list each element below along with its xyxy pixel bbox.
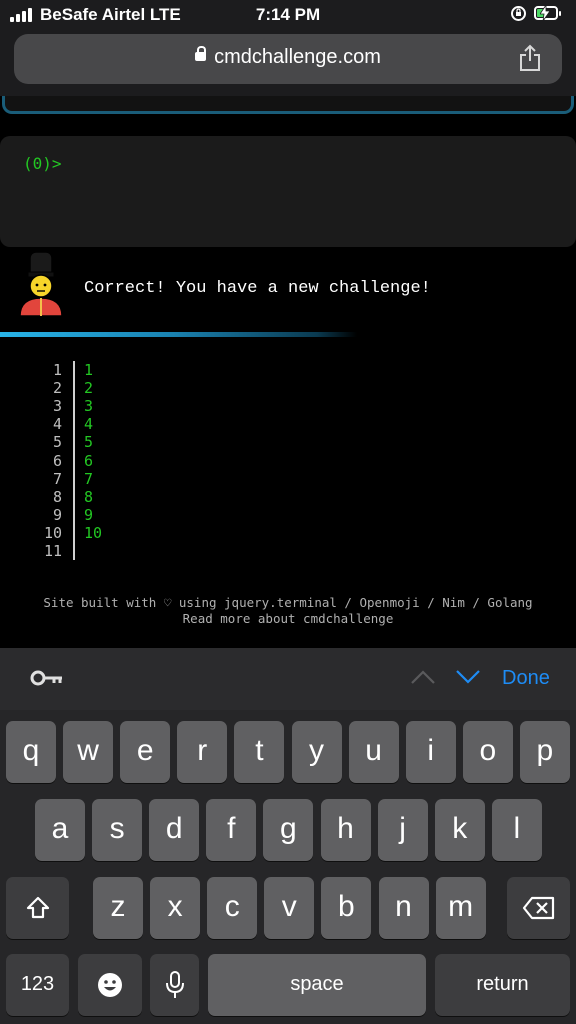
result-message: Correct! You have a new challenge! [84, 279, 431, 298]
line-number: 3 [52, 397, 62, 416]
key-e[interactable]: e [120, 721, 171, 783]
share-icon[interactable] [518, 44, 542, 72]
line-number: 1 [52, 361, 62, 379]
numbers-key[interactable]: 123 [6, 954, 69, 1016]
previous-terminal-edge [0, 96, 576, 116]
keyboard-accessory-bar [0, 648, 576, 710]
key-a[interactable]: a [35, 799, 85, 861]
key-n[interactable]: n [378, 877, 429, 939]
section-divider [0, 332, 576, 337]
line-number: 6 [52, 451, 62, 470]
key-p[interactable]: p [519, 721, 570, 783]
shift-key[interactable] [6, 877, 69, 939]
line-value: 7 [84, 469, 94, 488]
line-number: 10 [43, 523, 62, 542]
key-d[interactable]: d [149, 799, 200, 861]
line-value: 2 [84, 379, 94, 398]
key-r[interactable]: r [177, 721, 228, 783]
chevron-up-icon[interactable] [410, 668, 436, 686]
key-j[interactable]: j [377, 799, 428, 861]
key-l[interactable]: l [491, 799, 542, 861]
emoji-icon[interactable] [78, 954, 142, 1016]
key-y[interactable]: y [291, 721, 342, 783]
done-button[interactable]: Done [502, 667, 550, 690]
return-key[interactable]: return [435, 954, 570, 1016]
line-number: 4 [52, 415, 62, 434]
terminal-prompt: (0)> [23, 154, 62, 173]
line-number: 11 [43, 542, 62, 560]
footer-credits: Site built with ♡ using jquery.terminal … [43, 595, 533, 610]
line-number: 2 [52, 379, 62, 398]
listing-gutter [73, 361, 75, 560]
key-x[interactable]: x [150, 877, 201, 939]
key-h[interactable]: h [320, 799, 371, 861]
space-key[interactable]: space [208, 954, 426, 1016]
line-number: 9 [52, 505, 62, 524]
battery-tip [559, 11, 561, 16]
chevron-down-icon[interactable] [455, 668, 481, 686]
key-z[interactable]: z [93, 877, 143, 939]
key-c[interactable]: c [207, 877, 258, 939]
url-text: cmdchallenge.com [214, 46, 381, 68]
key-s[interactable]: s [92, 799, 143, 861]
line-number: 5 [52, 433, 62, 452]
line-value: 5 [84, 433, 94, 452]
backspace-key[interactable] [507, 877, 570, 939]
key-icon[interactable] [30, 668, 64, 688]
key-v[interactable]: v [264, 877, 315, 939]
line-value: 4 [84, 415, 94, 434]
orientation-lock-icon [510, 5, 527, 26]
key-o[interactable]: o [462, 721, 513, 783]
line-value: 10 [84, 523, 103, 542]
url-field[interactable]: cmdchallenge.com [0, 46, 576, 69]
key-g[interactable]: g [263, 799, 314, 861]
line-number: 7 [52, 469, 62, 488]
key-t[interactable]: t [234, 721, 285, 783]
microphone-icon[interactable] [150, 954, 199, 1016]
guard-icon [18, 250, 66, 320]
line-value: 6 [84, 451, 94, 470]
key-b[interactable]: b [321, 877, 372, 939]
line-value: 3 [84, 397, 94, 416]
key-i[interactable]: i [405, 721, 456, 783]
key-f[interactable]: f [206, 799, 257, 861]
key-k[interactable]: k [434, 799, 485, 861]
line-value: 8 [84, 487, 94, 506]
lock-icon [195, 46, 207, 62]
charging-icon [539, 3, 551, 24]
line-number: 8 [52, 487, 62, 506]
status-time: 7:14 PM [255, 5, 321, 24]
line-value: 1 [84, 361, 94, 379]
key-q[interactable]: q [6, 721, 56, 783]
key-w[interactable]: w [63, 721, 114, 783]
footer-read-more-link[interactable]: Read more about cmdchallenge [0, 611, 576, 626]
terminal-input[interactable] [0, 136, 576, 247]
key-u[interactable]: u [348, 721, 399, 783]
line-value: 9 [84, 505, 94, 524]
key-m[interactable]: m [435, 877, 486, 939]
